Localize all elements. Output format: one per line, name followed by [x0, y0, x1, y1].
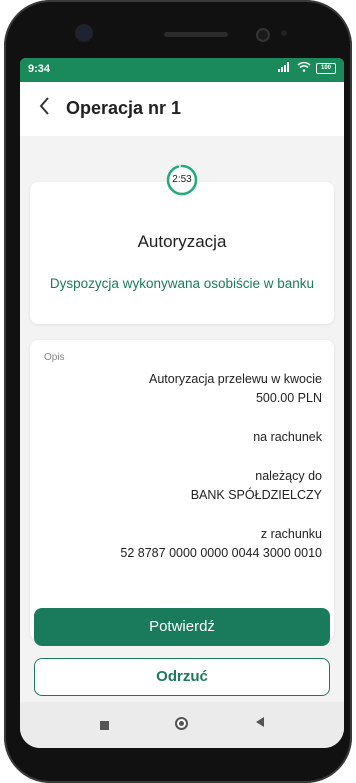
nav-back-icon[interactable]: [255, 716, 265, 731]
description-line: BANK SPÓŁDZIELCZY: [190, 488, 322, 502]
authorization-title: Autoryzacja: [137, 232, 227, 251]
countdown-timer: 2:53: [166, 164, 198, 196]
top-bezel: [4, 0, 352, 60]
front-camera: [77, 26, 91, 40]
description-line: należący do: [255, 469, 322, 483]
status-icons: 100: [278, 61, 336, 75]
description-label: Opis: [44, 352, 65, 363]
android-nav-bar: [20, 702, 344, 748]
authorization-note: Dyspozycja wykonywana osobiście w banku: [49, 276, 315, 291]
status-time: 9:34: [28, 63, 51, 75]
confirm-button[interactable]: Potwierdź: [34, 608, 330, 646]
phone-frame: 9:34 100 Operacja nr 1 Autoryzacja Dyspo…: [4, 0, 352, 783]
description-line: 500.00 PLN: [255, 391, 322, 405]
description-line: z rachunku: [260, 527, 322, 541]
reject-button[interactable]: Odrzuć: [34, 658, 330, 696]
earpiece-speaker: [164, 32, 228, 37]
description-line: na rachunek: [253, 430, 322, 444]
proximity-sensor: [256, 28, 270, 42]
timer-value: 2:53: [172, 174, 192, 185]
description-line: Autoryzacja przelewu w kwocie: [149, 372, 322, 386]
app-header: Operacja nr 1: [20, 82, 344, 136]
status-bar: 9:34 100: [20, 58, 344, 82]
page-title: Operacja nr 1: [66, 98, 182, 118]
operation-details-card[interactable]: Opis Autoryzacja przelewu w kwocie 500.00…: [30, 340, 334, 640]
home-icon[interactable]: [175, 717, 188, 730]
battery-icon: 100: [316, 63, 336, 74]
light-sensor: [281, 30, 287, 36]
description-line: 52 8787 0000 0000 0044 3000 0010: [120, 546, 322, 560]
description-lines: Autoryzacja przelewu w kwocie 500.00 PLN n…: [52, 370, 322, 563]
wifi-icon: [297, 61, 311, 75]
recent-apps-icon[interactable]: [100, 721, 109, 730]
authorization-card: Autoryzacja Dyspozycja wykonywana osobiś…: [30, 182, 334, 324]
back-arrow-icon[interactable]: [38, 96, 50, 121]
signal-icon: [278, 62, 292, 75]
app-screen: 9:34 100 Operacja nr 1 Autoryzacja Dyspo…: [20, 58, 344, 748]
